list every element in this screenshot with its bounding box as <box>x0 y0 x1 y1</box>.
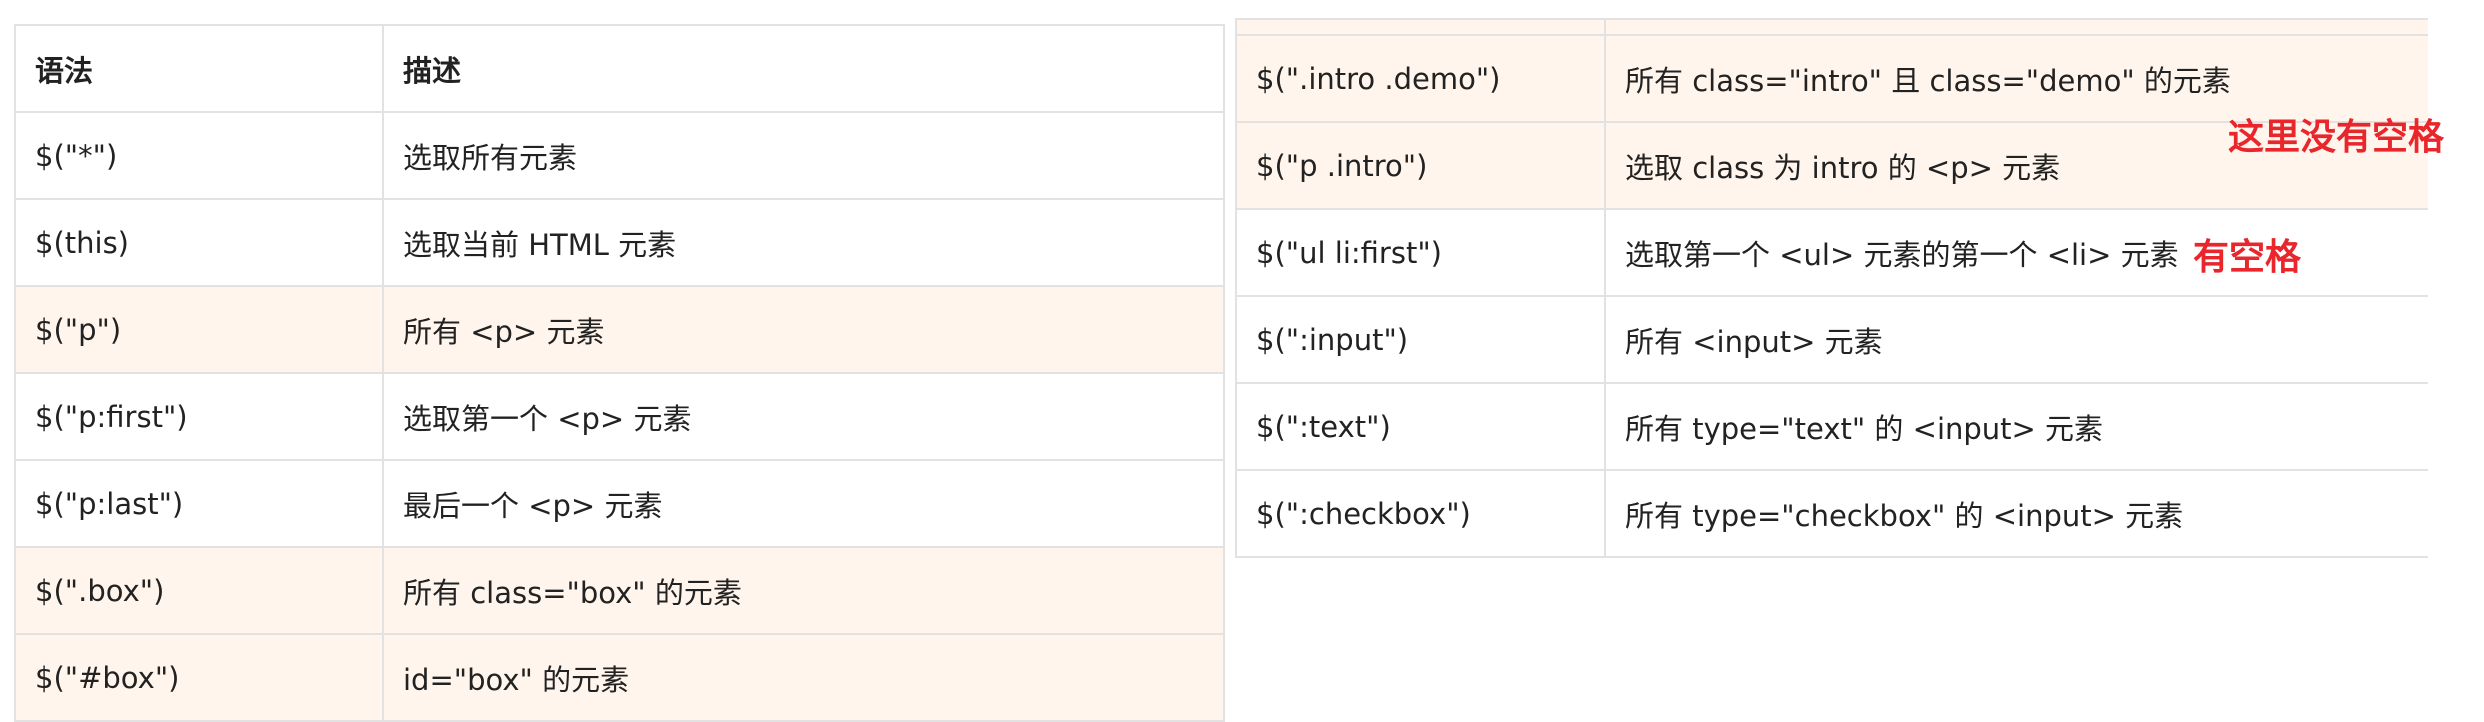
description-cell: 选取第一个 <p> 元素 <box>382 372 1225 461</box>
table-row: $("*") 选取所有元素 <box>14 111 1225 200</box>
header-syntax: 语法 <box>14 24 384 113</box>
description-cell: 选取第一个 <ul> 元素的第一个 <li> 元素 <box>1604 208 2428 297</box>
description-cell: 最后一个 <p> 元素 <box>382 459 1225 548</box>
description-cell: 所有 type="text" 的 <input> 元素 <box>1604 382 2428 471</box>
table-row: $(":checkbox") 所有 type="checkbox" 的 <inp… <box>1235 469 2428 558</box>
syntax-cell: $(this) <box>14 198 384 287</box>
table-row: $(":text") 所有 type="text" 的 <input> 元素 <box>1235 382 2428 471</box>
table-row: $("p") 所有 <p> 元素 <box>14 285 1225 374</box>
syntax-cell: $("p:last") <box>14 459 384 548</box>
syntax-cell: $("*") <box>14 111 384 200</box>
description-cell: 选取所有元素 <box>382 111 1225 200</box>
table-row: $("p:first") 选取第一个 <p> 元素 <box>14 372 1225 461</box>
table-row: $(this) 选取当前 HTML 元素 <box>14 198 1225 287</box>
table-row-partial <box>1235 18 2428 36</box>
selector-table-left: 语法 描述 $("*") 选取所有元素 $(this) 选取当前 HTML 元素… <box>14 24 1225 722</box>
description-cell: 所有 <p> 元素 <box>382 285 1225 374</box>
syntax-cell: $("p") <box>14 285 384 374</box>
table-row: $(":input") 所有 <input> 元素 <box>1235 295 2428 384</box>
description-cell <box>1604 18 2428 36</box>
syntax-cell: $(":input") <box>1235 295 1606 384</box>
syntax-cell: $("p:first") <box>14 372 384 461</box>
syntax-cell: $(":text") <box>1235 382 1606 471</box>
selector-table-right-viewport: $(".intro .demo") 所有 class="intro" 且 cla… <box>1235 18 2428 558</box>
selector-table-right: $(".intro .demo") 所有 class="intro" 且 cla… <box>1235 18 2428 558</box>
annotation-has-space: 有空格 <box>2193 237 2302 278</box>
syntax-cell: $(".box") <box>14 546 384 635</box>
syntax-cell: $("ul li:first") <box>1235 208 1606 297</box>
description-cell: 所有 class="box" 的元素 <box>382 546 1225 635</box>
description-cell: 选取当前 HTML 元素 <box>382 198 1225 287</box>
table-row: $(".box") 所有 class="box" 的元素 <box>14 546 1225 635</box>
table-header-row: 语法 描述 <box>14 24 1225 113</box>
annotation-no-space: 这里没有空格 <box>2228 117 2445 158</box>
header-description: 描述 <box>382 24 1225 113</box>
description-cell: 所有 type="checkbox" 的 <input> 元素 <box>1604 469 2428 558</box>
syntax-cell <box>1235 18 1606 36</box>
syntax-cell: $(":checkbox") <box>1235 469 1606 558</box>
syntax-cell: $("p .intro") <box>1235 121 1606 210</box>
table-row: $("p:last") 最后一个 <p> 元素 <box>14 459 1225 548</box>
description-cell: 所有 <input> 元素 <box>1604 295 2428 384</box>
syntax-cell: $(".intro .demo") <box>1235 34 1606 123</box>
description-cell: id="box" 的元素 <box>382 633 1225 722</box>
table-row: $("#box") id="box" 的元素 <box>14 633 1225 722</box>
syntax-cell: $("#box") <box>14 633 384 722</box>
